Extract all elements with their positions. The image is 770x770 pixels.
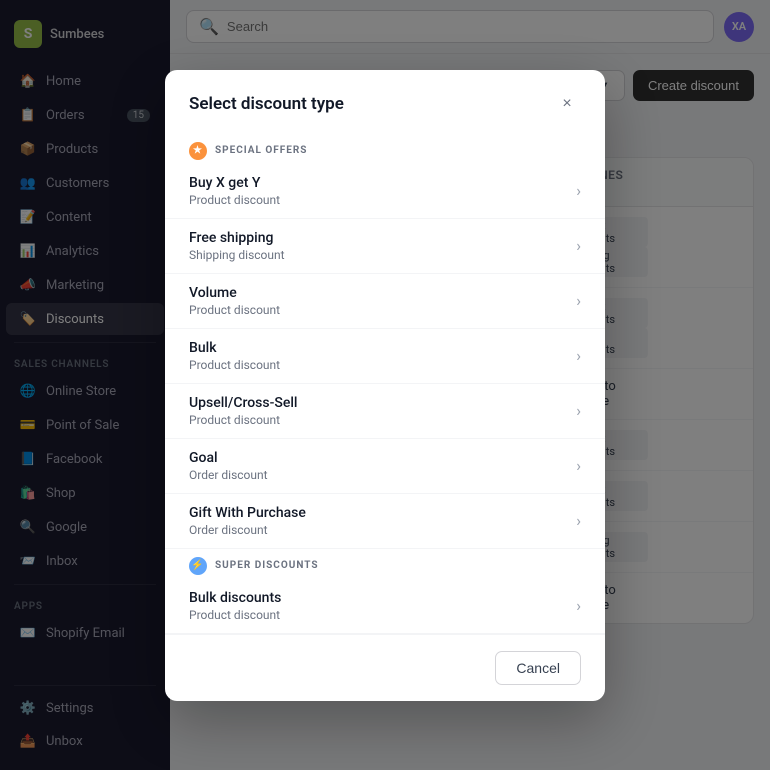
discount-item-subtitle: Product discount bbox=[189, 413, 297, 427]
discount-item-title: Buy X get Y bbox=[189, 175, 280, 191]
discount-item-subtitle: Product discount bbox=[189, 608, 281, 622]
modal-footer: Cancel bbox=[165, 634, 605, 701]
discount-item-title: Gift With Purchase bbox=[189, 505, 306, 521]
chevron-right-icon: › bbox=[576, 596, 581, 615]
discount-item-content: Goal Order discount bbox=[189, 450, 268, 482]
discount-item-content: Gift With Purchase Order discount bbox=[189, 505, 306, 537]
discount-item-content: Volume Product discount bbox=[189, 285, 280, 317]
discount-item-content: Bulk discounts Product discount bbox=[189, 590, 281, 622]
discount-item-title: Free shipping bbox=[189, 230, 285, 246]
chevron-right-icon: › bbox=[576, 291, 581, 310]
special-offers-section: ★ SPECIAL OFFERS bbox=[165, 134, 605, 164]
discount-type-upsell-cross-sell[interactable]: Upsell/Cross-Sell Product discount › bbox=[165, 384, 605, 439]
chevron-right-icon: › bbox=[576, 346, 581, 365]
discount-item-title: Bulk bbox=[189, 340, 280, 356]
chevron-right-icon: › bbox=[576, 456, 581, 475]
discount-item-subtitle: Product discount bbox=[189, 358, 280, 372]
super-discounts-icon: ⚡ bbox=[189, 557, 207, 575]
select-discount-type-modal: Select discount type × ★ SPECIAL OFFERS … bbox=[165, 70, 605, 701]
discount-item-content: Upsell/Cross-Sell Product discount bbox=[189, 395, 297, 427]
discount-item-subtitle: Order discount bbox=[189, 523, 306, 537]
discount-item-content: Free shipping Shipping discount bbox=[189, 230, 285, 262]
discount-item-subtitle: Product discount bbox=[189, 303, 280, 317]
discount-item-content: Buy X get Y Product discount bbox=[189, 175, 280, 207]
chevron-right-icon: › bbox=[576, 401, 581, 420]
chevron-right-icon: › bbox=[576, 181, 581, 200]
super-discounts-section: ⚡ SUPER DISCOUNTS bbox=[165, 549, 605, 579]
discount-item-subtitle: Shipping discount bbox=[189, 248, 285, 262]
modal-close-button[interactable]: × bbox=[553, 90, 581, 118]
discount-type-goal[interactable]: Goal Order discount › bbox=[165, 439, 605, 494]
special-offers-icon: ★ bbox=[189, 142, 207, 160]
discount-type-free-shipping[interactable]: Free shipping Shipping discount › bbox=[165, 219, 605, 274]
discount-item-title: Goal bbox=[189, 450, 268, 466]
discount-item-subtitle: Order discount bbox=[189, 468, 268, 482]
discount-type-volume[interactable]: Volume Product discount › bbox=[165, 274, 605, 329]
discount-type-bulk-discounts[interactable]: Bulk discounts Product discount › bbox=[165, 579, 605, 634]
discount-item-title: Volume bbox=[189, 285, 280, 301]
chevron-right-icon: › bbox=[576, 236, 581, 255]
modal-overlay: Select discount type × ★ SPECIAL OFFERS … bbox=[0, 0, 770, 770]
special-offers-label: SPECIAL OFFERS bbox=[215, 145, 307, 156]
discount-item-content: Bulk Product discount bbox=[189, 340, 280, 372]
discount-item-title: Upsell/Cross-Sell bbox=[189, 395, 297, 411]
chevron-right-icon: › bbox=[576, 511, 581, 530]
super-discounts-label: SUPER DISCOUNTS bbox=[215, 560, 319, 571]
cancel-button[interactable]: Cancel bbox=[495, 651, 581, 685]
discount-item-title: Bulk discounts bbox=[189, 590, 281, 606]
modal-title: Select discount type bbox=[189, 94, 344, 114]
discount-type-gift-with-purchase[interactable]: Gift With Purchase Order discount › bbox=[165, 494, 605, 549]
modal-header: Select discount type × bbox=[165, 70, 605, 134]
discount-item-subtitle: Product discount bbox=[189, 193, 280, 207]
discount-type-buy-x-get-y[interactable]: Buy X get Y Product discount › bbox=[165, 164, 605, 219]
discount-type-bulk[interactable]: Bulk Product discount › bbox=[165, 329, 605, 384]
